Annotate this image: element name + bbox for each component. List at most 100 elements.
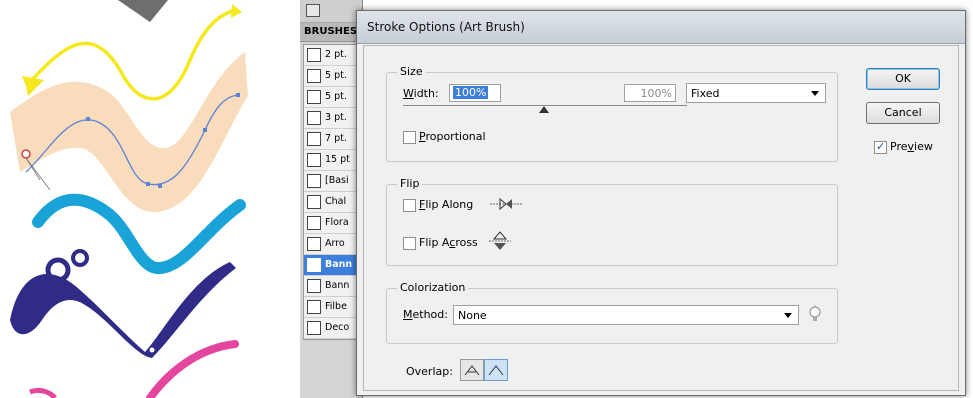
brush-list-item[interactable]: 5 pt. (304, 87, 358, 108)
size-group-title: Size (397, 65, 426, 78)
brush-list: 2 pt. 5 pt. 5 pt. 3 pt. 7 pt. 15 pt [Basi Chal F… (303, 44, 359, 340)
brush-list-item[interactable]: Chal (304, 192, 358, 213)
navy-decorative-brush (10, 262, 236, 358)
brush-thumbnail-icon (307, 216, 321, 230)
brush-list-item-label: 3 pt. (325, 112, 347, 123)
brush-list-item[interactable]: Bann (304, 255, 358, 276)
method-label: Method: (403, 308, 448, 321)
width-input-selection: 100% (453, 86, 489, 99)
width-max-input[interactable] (624, 84, 676, 102)
preview-label[interactable]: Preview (890, 140, 933, 153)
brush-thumbnail-icon (307, 111, 321, 125)
flip-along-icon (490, 197, 522, 211)
brush-list-item[interactable]: Arro (304, 234, 358, 255)
proportional-label[interactable]: Proportional (419, 130, 486, 143)
brush-thumbnail-icon (307, 90, 321, 104)
brush-list-item[interactable]: Bann (304, 276, 358, 297)
chevron-down-icon (784, 313, 792, 318)
overlap-adjust-button[interactable] (460, 359, 484, 381)
brush-thumbnail-icon (307, 195, 321, 209)
brush-list-item[interactable]: 7 pt. (304, 129, 358, 150)
brush-list-item-label: Bann (325, 280, 350, 291)
flip-across-icon (489, 231, 511, 250)
brush-list-item-label: 5 pt. (325, 91, 347, 102)
brush-list-item[interactable]: 5 pt. (304, 66, 358, 87)
brush-list-item-label: Bann (325, 259, 353, 270)
cyan-chalk-stroke (32, 193, 246, 274)
flip-group: Flip Flip Along Flip Across (386, 177, 838, 266)
chevron-down-icon (811, 91, 819, 96)
brush-thumbnail-icon (307, 237, 321, 251)
brush-list-item[interactable]: 3 pt. (304, 108, 358, 129)
artboard (0, 0, 300, 398)
brush-list-item-label: Chal (325, 196, 347, 207)
peach-art-brush-band (10, 52, 248, 213)
brush-list-item-label: Flora (325, 217, 349, 228)
stroke-options-dialog: Stroke Options (Art Brush) Size Width: 1… (356, 10, 966, 396)
preview-checkbox[interactable] (874, 140, 887, 154)
brush-thumbnail-icon (307, 48, 321, 62)
direction-handles (25, 157, 51, 191)
brush-list-item-label: Deco (325, 322, 350, 333)
artwork-illustration (10, 0, 248, 398)
size-group: Size Width: 100% Fixed Proportional (386, 65, 838, 162)
brush-list-item-label: 7 pt. (325, 133, 347, 144)
anchor-point (148, 346, 156, 354)
brush-list-item-label: 2 pt. (325, 49, 347, 60)
flip-across-checkbox[interactable] (403, 237, 416, 250)
panel-menu-icon[interactable] (306, 4, 320, 17)
brush-thumbnail-icon (307, 321, 321, 335)
anchor-point (236, 93, 240, 97)
brush-list-item[interactable]: Deco (304, 318, 358, 339)
colorization-group: Colorization Method: None (386, 281, 838, 344)
cancel-button[interactable]: Cancel (866, 102, 940, 124)
brush-thumbnail-icon (307, 132, 321, 146)
overlap-no-adjust-button[interactable] (484, 359, 508, 381)
brush-thumbnail-icon (307, 300, 321, 314)
dialog-title: Stroke Options (Art Brush) (367, 20, 525, 34)
flip-along-label[interactable]: Flip Along (419, 198, 473, 211)
brush-list-item[interactable]: Filbe (304, 297, 358, 318)
brushes-tab[interactable]: BRUSHES (300, 23, 362, 42)
brush-list-item-label: [Basi (325, 175, 349, 186)
width-slider-thumb-icon[interactable] (539, 106, 549, 113)
brush-thumbnail-icon (307, 258, 321, 272)
width-mode-value: Fixed (691, 87, 720, 100)
brush-thumbnail-icon (307, 174, 321, 188)
width-label: Width: (403, 87, 439, 100)
brush-list-item-label: 15 pt (325, 154, 350, 165)
anchor-point (86, 117, 90, 121)
anchor-point (203, 128, 207, 132)
overlap-label: Overlap: (406, 365, 453, 378)
pink-brush-stroke (29, 387, 57, 398)
anchor-start (21, 149, 31, 159)
brush-list-item[interactable]: Flora (304, 213, 358, 234)
anchor-point (158, 184, 162, 188)
flip-across-label[interactable]: Flip Across (419, 236, 478, 249)
overlap-no-adjust-icon (488, 365, 504, 376)
width-mode-select[interactable]: Fixed (686, 83, 826, 103)
colorization-group-title: Colorization (397, 281, 469, 294)
ok-button[interactable]: OK (866, 68, 940, 90)
grey-arrow-shape (118, 0, 168, 22)
proportional-checkbox[interactable] (403, 131, 416, 144)
method-value: None (458, 309, 487, 322)
dialog-titlebar[interactable]: Stroke Options (Art Brush) (357, 11, 965, 44)
flip-group-title: Flip (397, 177, 423, 190)
panel-header (300, 0, 362, 23)
flip-along-checkbox[interactable] (403, 199, 416, 212)
overlap-adjust-icon (464, 365, 480, 376)
brush-thumbnail-icon (307, 153, 321, 167)
lightbulb-tips-icon[interactable] (807, 305, 823, 323)
brush-list-item[interactable]: 2 pt. (304, 45, 358, 66)
method-select[interactable]: None (453, 305, 799, 325)
brush-thumbnail-icon (307, 69, 321, 83)
brush-list-item-label: 5 pt. (325, 70, 347, 81)
anchor-point (146, 182, 150, 186)
navy-swirl (71, 249, 89, 267)
brush-list-item[interactable]: [Basi (304, 171, 358, 192)
brush-list-item[interactable]: 15 pt (304, 150, 358, 171)
brush-thumbnail-icon (307, 279, 321, 293)
yellow-arrow-head (231, 4, 242, 18)
brushes-panel: BRUSHES 2 pt. 5 pt. 5 pt. 3 pt. 7 pt. 15 pt [B… (300, 0, 363, 398)
